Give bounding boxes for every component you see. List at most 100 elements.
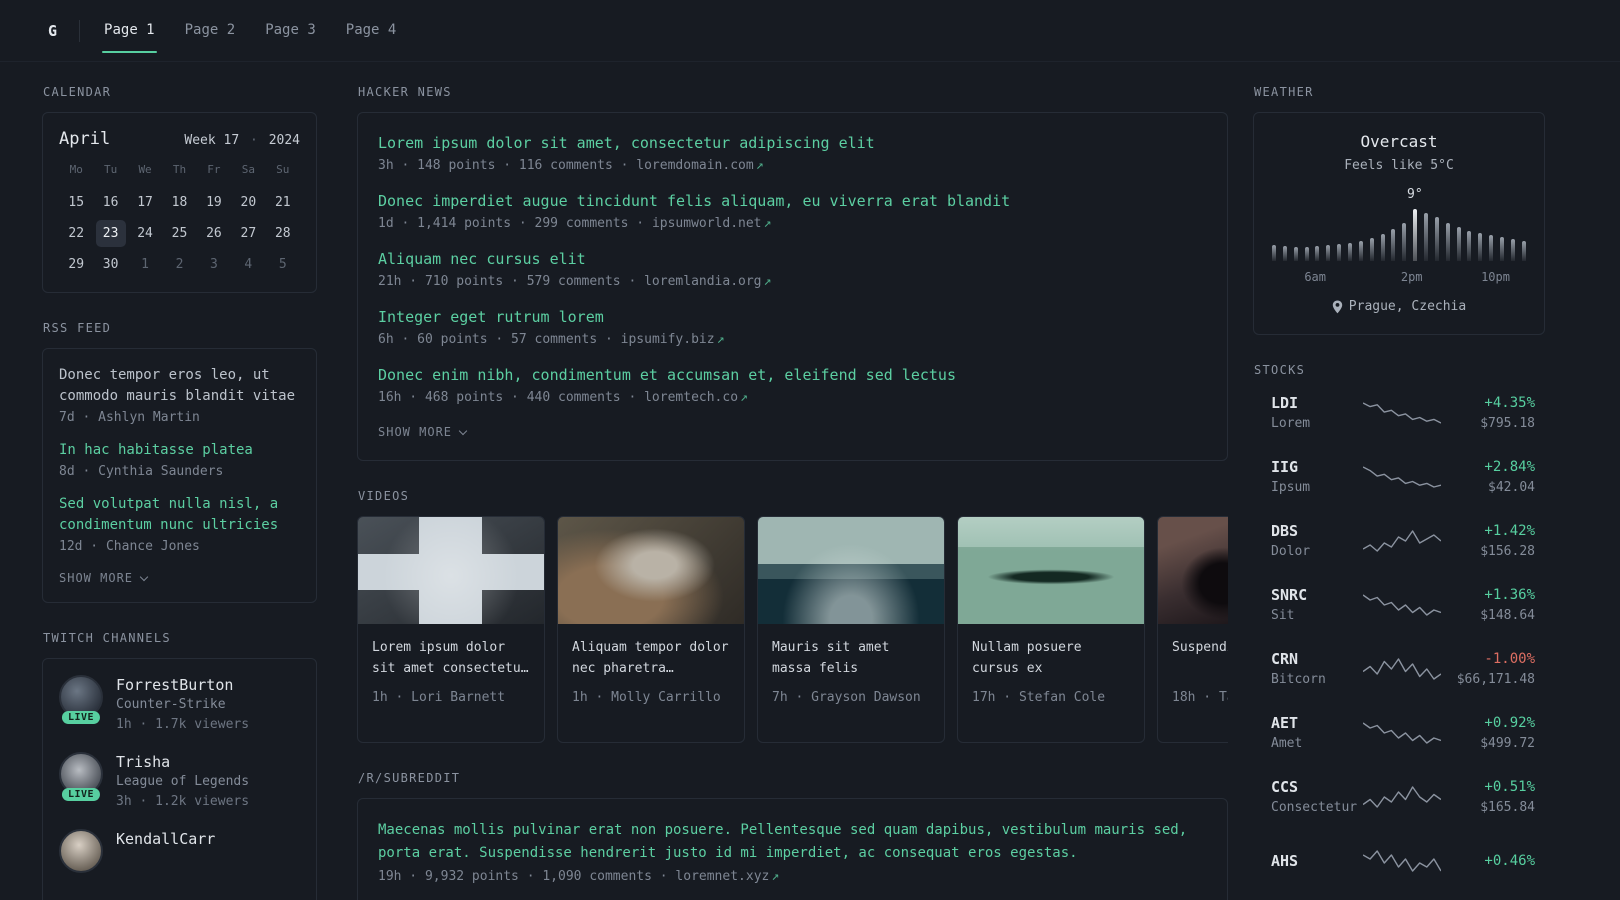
weather-feels-like: Feels like 5°C	[1344, 158, 1454, 173]
rss-item: Donec tempor eros leo, ut commodo mauris…	[59, 365, 300, 425]
hn-item-meta: 16h · 468 points · 440 comments · loremt…	[378, 390, 1207, 405]
weather-bar	[1510, 239, 1515, 261]
video-card[interactable]: Lorem ipsum dolor sit amet consectetu… 1…	[357, 516, 545, 743]
hn-item-meta: 6h · 60 points · 57 comments · ipsumify.…	[378, 332, 1207, 347]
tab-page-4[interactable]: Page 4	[344, 0, 399, 61]
stock-id: LDI Lorem	[1271, 393, 1363, 434]
video-card[interactable]: Aliquam tempor dolor nec pharetra… 1h · …	[557, 516, 745, 743]
hn-domain-link[interactable]: ipsumify.biz	[621, 332, 715, 347]
hn-item-title[interactable]: Donec enim nibh, condimentum et accumsan…	[378, 365, 1207, 386]
stock-row[interactable]: DBS Dolor +1.42% $156.28	[1255, 518, 1543, 564]
weather-bar	[1500, 237, 1505, 261]
hn-item-title[interactable]: Donec imperdiet augue tincidunt felis al…	[378, 191, 1207, 212]
stock-name: Lorem	[1271, 415, 1311, 431]
weather-bar	[1424, 213, 1429, 261]
left-column: CALENDAR April Week 17 · 2024 Mo Tu We T…	[42, 85, 317, 900]
location-pin-icon	[1332, 300, 1342, 313]
stock-id: SNRC Sit	[1271, 585, 1363, 626]
external-link-icon: ↗	[771, 869, 780, 884]
stocks-list: LDI Lorem +4.35% $795.18 IIG Ipsum +2.84…	[1253, 390, 1545, 884]
hn-domain-link[interactable]: ipsumworld.net	[652, 216, 762, 231]
subreddit-post: Maecenas mollis pulvinar erat non posuer…	[378, 819, 1207, 884]
calendar-grid: 15 16 17 18 19 20 21 22 23 24 25 26 27 2…	[59, 187, 300, 280]
chevron-down-icon	[139, 572, 149, 581]
rss-item-title[interactable]: Donec tempor eros leo, ut commodo mauris…	[59, 365, 300, 407]
weather-bar	[1358, 241, 1363, 261]
stock-row[interactable]: CCS Consectetur +0.51% $165.84	[1255, 774, 1543, 820]
stock-price: $156.28	[1480, 543, 1535, 559]
hn-domain-link[interactable]: loremtech.co	[644, 390, 738, 405]
rss-item-title[interactable]: Sed volutpat nulla nisl, a condimentum n…	[59, 494, 300, 536]
weather-card: Overcast Feels like 5°C 9° 6am 2pm 10pm …	[1253, 112, 1545, 335]
video-card[interactable]: Nullam posuere cursus ex 17h · Stefan Co…	[957, 516, 1145, 743]
weather-location-text: Prague, Czechia	[1348, 299, 1467, 314]
subreddit-post-title[interactable]: Maecenas mollis pulvinar erat non posuer…	[378, 819, 1207, 865]
stocks-section-label: STOCKS	[1254, 363, 1306, 377]
calendar-day: 15	[68, 195, 85, 210]
twitch-channel[interactable]: KendallCarr	[59, 829, 300, 873]
stock-name: Sit	[1271, 607, 1295, 623]
weather-bar	[1293, 247, 1298, 261]
chevron-down-icon	[458, 426, 468, 435]
stock-sparkline	[1363, 594, 1441, 616]
stock-id: AHS	[1271, 851, 1363, 872]
video-thumbnail	[558, 517, 744, 624]
channel-info: ForrestBurton Counter-Strike 1h · 1.7k v…	[116, 675, 249, 734]
hn-show-more-label: SHOW MORE	[378, 425, 453, 439]
calendar-week: Week 17	[184, 133, 240, 148]
subreddit-domain-link[interactable]: loremnet.xyz	[675, 869, 769, 884]
tab-page-3[interactable]: Page 3	[263, 0, 318, 61]
hn-show-more-button[interactable]: SHOW MORE	[378, 425, 468, 439]
app-logo[interactable]: G	[42, 22, 63, 40]
dashboard-columns: CALENDAR April Week 17 · 2024 Mo Tu We T…	[0, 62, 1620, 900]
weather-location: Prague, Czechia	[1272, 299, 1526, 314]
hn-item-title[interactable]: Aliquam nec cursus elit	[378, 249, 1207, 270]
right-column: WEATHER Overcast Feels like 5°C 9° 6am 2…	[1253, 85, 1545, 900]
subreddit-card: Maecenas mollis pulvinar erat non posuer…	[357, 798, 1228, 900]
stock-name: Amet	[1271, 735, 1303, 751]
stock-row[interactable]: SNRC Sit +1.36% $148.64	[1255, 582, 1543, 628]
twitch-channel[interactable]: LIVE ForrestBurton Counter-Strike 1h · 1…	[59, 675, 300, 734]
stock-change: +0.51%	[1484, 778, 1535, 795]
calendar-day: 20	[240, 195, 257, 210]
weather-bar	[1304, 247, 1309, 261]
weather-bar	[1380, 234, 1385, 261]
hn-domain-link[interactable]: loremlandia.org	[644, 274, 761, 289]
hn-meta-text: 21h · 710 points · 579 comments ·	[378, 274, 645, 289]
day-header: Th	[172, 163, 187, 176]
channel-game: Counter-Strike	[116, 697, 226, 712]
video-card[interactable]: Mauris sit amet massa felis 7h · Grayson…	[757, 516, 945, 743]
calendar-day-next-month: 4	[244, 257, 253, 272]
video-body: Nullam posuere cursus ex 17h · Stefan Co…	[958, 624, 1144, 705]
rss-show-more-label: SHOW MORE	[59, 571, 134, 585]
rss-item-title[interactable]: In hac habitasse platea	[59, 440, 300, 461]
stock-price: $795.18	[1480, 415, 1535, 431]
weather-times: 6am 2pm 10pm	[1272, 270, 1526, 284]
stock-row[interactable]: CRN Bitcorn -1.00% $66,171.48	[1255, 646, 1543, 692]
stock-row[interactable]: AHS +0.46%	[1255, 838, 1543, 884]
rss-show-more-button[interactable]: SHOW MORE	[59, 571, 149, 585]
videos-row: Lorem ipsum dolor sit amet consectetu… 1…	[357, 516, 1228, 743]
calendar-day: 25	[171, 226, 188, 241]
subreddit-section-label: /R/SUBREDDIT	[358, 771, 461, 785]
calendar-day: 18	[171, 195, 188, 210]
video-card[interactable]: Suspendisse diam 18h · Tara	[1157, 516, 1228, 743]
hn-item-title[interactable]: Lorem ipsum dolor sit amet, consectetur …	[378, 133, 1207, 154]
stock-row[interactable]: LDI Lorem +4.35% $795.18	[1255, 390, 1543, 436]
stock-change: -1.00%	[1484, 650, 1535, 667]
hn-domain-link[interactable]: loremdomain.com	[636, 158, 753, 173]
stock-symbol: CCS	[1271, 777, 1299, 796]
hn-item-meta: 3h · 148 points · 116 comments · loremdo…	[378, 158, 1207, 173]
weather-section-label: WEATHER	[1254, 85, 1314, 99]
stock-row[interactable]: IIG Ipsum +2.84% $42.04	[1255, 454, 1543, 500]
hn-item-title[interactable]: Integer eget rutrum lorem	[378, 307, 1207, 328]
tab-page-1[interactable]: Page 1	[102, 0, 157, 61]
stock-values: +0.51% $165.84	[1441, 777, 1535, 818]
calendar-day-headers: Mo Tu We Th Fr Sa Su	[59, 161, 300, 179]
hn-item: Integer eget rutrum lorem 6h · 60 points…	[378, 307, 1207, 347]
tab-page-2[interactable]: Page 2	[183, 0, 238, 61]
video-thumbnail	[358, 517, 544, 624]
twitch-channel[interactable]: LIVE Trisha League of Legends 3h · 1.2k …	[59, 752, 300, 811]
rss-item-meta: 12d · Chance Jones	[59, 539, 200, 554]
stock-row[interactable]: AET Amet +0.92% $499.72	[1255, 710, 1543, 756]
